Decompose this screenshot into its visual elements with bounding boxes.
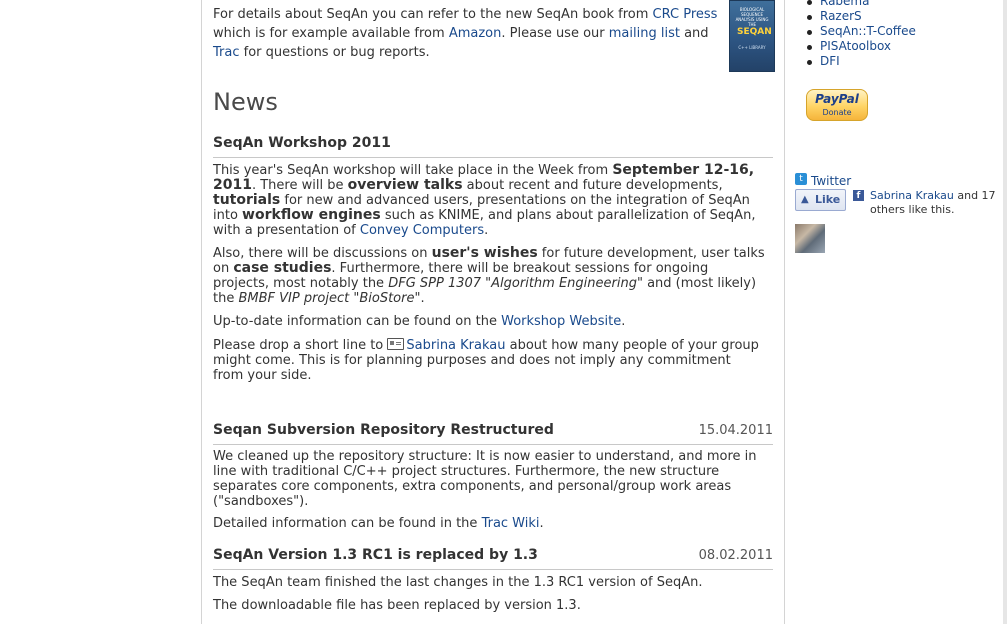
bold-text: overview talks xyxy=(347,177,463,193)
italic-text: BMBF VIP project "BioStore" xyxy=(238,291,421,306)
like-label: Like xyxy=(815,193,841,206)
intro-text: . Please use our xyxy=(501,26,609,41)
svn-paragraph-2: Detailed information can be found in the… xyxy=(213,516,765,531)
facebook-like-button[interactable]: ▲ Like xyxy=(795,189,846,211)
workshop-website-link[interactable]: Workshop Website xyxy=(501,314,621,329)
facebook-like-summary: Sabrina Krakau and 17 others like this. xyxy=(870,189,1000,217)
trac-wiki-link[interactable]: Trac Wiki xyxy=(482,516,540,531)
bullet-icon xyxy=(807,0,812,5)
news-item-date: 15.04.2011 xyxy=(698,423,773,438)
bold-text: workflow engines xyxy=(242,207,381,223)
book-subtitle-text: C++ LIBRARY xyxy=(738,45,766,50)
intro-paragraph: For details about SeqAn you can refer to… xyxy=(213,5,719,62)
news-item-header: SeqAn Workshop 2011 xyxy=(213,135,773,158)
donate-label: Donate xyxy=(822,108,852,117)
bold-text: user's wishes xyxy=(431,245,538,261)
amazon-link[interactable]: Amazon xyxy=(449,26,502,41)
book-logo: SEQAN xyxy=(737,27,772,37)
facebook-icon: f xyxy=(853,190,864,201)
text: Also, there will be discussions on xyxy=(213,246,432,261)
twitter-link[interactable]: Twitter xyxy=(811,174,851,188)
list-item: RazerS xyxy=(805,9,916,24)
release-paragraph-2: The downloadable file has been replaced … xyxy=(213,598,581,613)
text: This year's SeqAn workshop will take pla… xyxy=(213,163,613,178)
book-title-text: BIOLOGICAL SEQUENCE ANALYSIS USING THE xyxy=(735,7,769,27)
release-paragraph-1: The SeqAn team finished the last changes… xyxy=(213,575,703,590)
bullet-icon xyxy=(807,45,812,50)
fb-user-link[interactable]: Sabrina Krakau xyxy=(870,189,954,202)
news-item-title: SeqAn Workshop 2011 xyxy=(213,135,391,151)
workshop-paragraph-2: Also, there will be discussions on user'… xyxy=(213,245,765,307)
contact-card-icon xyxy=(387,338,405,350)
workshop-paragraph-3: Up-to-date information can be found on t… xyxy=(213,314,765,329)
text: . xyxy=(420,291,425,306)
news-item-date: 08.02.2011 xyxy=(698,548,773,563)
svn-paragraph-1: We cleaned up the repository structure: … xyxy=(213,449,757,509)
intro-text: which is for example available from xyxy=(213,26,449,41)
news-item-header: Seqan Subversion Repository Restructured… xyxy=(213,422,773,445)
bullet-icon xyxy=(807,30,812,35)
project-link[interactable]: RazerS xyxy=(820,9,862,23)
workshop-paragraph-1: This year's SeqAn workshop will take pla… xyxy=(213,163,765,239)
italic-text: DFG SPP 1307 "Algorithm Engineering" xyxy=(388,276,643,291)
text: . There will be xyxy=(251,178,348,193)
facebook-friend-avatar[interactable] xyxy=(795,224,825,253)
twitter-icon[interactable]: t xyxy=(795,173,807,185)
paypal-logo: PayPal xyxy=(815,92,859,106)
text: Please drop a short line to xyxy=(213,338,388,353)
bullet-icon xyxy=(807,60,812,65)
project-links-list: Rabema RazerS SeqAn::T-Coffee PISAtoolbo… xyxy=(805,0,916,69)
paypal-donate-button[interactable]: PayPal Donate xyxy=(806,89,868,121)
text: Up-to-date information can be found on t… xyxy=(213,314,502,329)
seqan-book-cover[interactable]: BIOLOGICAL SEQUENCE ANALYSIS USING THE S… xyxy=(729,0,775,72)
project-link[interactable]: DFI xyxy=(820,54,840,68)
project-link[interactable]: PISAtoolbox xyxy=(820,39,891,53)
news-item-title: SeqAn Version 1.3 RC1 is replaced by 1.3 xyxy=(213,547,538,563)
main-content-column: For details about SeqAn you can refer to… xyxy=(201,0,785,624)
thumbs-up-icon: ▲ xyxy=(801,194,809,205)
text: about recent and future developments, xyxy=(462,178,723,193)
news-heading: News xyxy=(213,88,278,116)
list-item: Rabema xyxy=(805,0,916,9)
intro-text: for questions or bug reports. xyxy=(239,45,430,60)
news-item-title: Seqan Subversion Repository Restructured xyxy=(213,422,554,438)
sabrina-krakau-link[interactable]: Sabrina Krakau xyxy=(406,338,505,353)
bold-text: tutorials xyxy=(213,192,281,208)
intro-text: For details about SeqAn you can refer to… xyxy=(213,7,653,22)
list-item: PISAtoolbox xyxy=(805,39,916,54)
workshop-paragraph-4: Please drop a short line to Sabrina Krak… xyxy=(213,338,765,383)
project-link[interactable]: SeqAn::T-Coffee xyxy=(820,24,916,38)
intro-text: and xyxy=(679,26,709,41)
trac-link[interactable]: Trac xyxy=(213,45,240,60)
window-right-edge xyxy=(1003,0,1007,624)
bold-text: case studies xyxy=(233,260,332,276)
list-item: DFI xyxy=(805,54,916,69)
project-link[interactable]: Rabema xyxy=(820,0,869,8)
text: . xyxy=(621,314,626,329)
crc-press-link[interactable]: CRC Press xyxy=(653,7,718,22)
news-item-header: SeqAn Version 1.3 RC1 is replaced by 1.3… xyxy=(213,547,773,570)
text: . xyxy=(539,516,544,531)
text: . xyxy=(484,223,489,238)
list-item: SeqAn::T-Coffee xyxy=(805,24,916,39)
bullet-icon xyxy=(807,15,812,20)
convey-computers-link[interactable]: Convey Computers xyxy=(360,223,484,238)
mailing-list-link[interactable]: mailing list xyxy=(609,26,680,41)
text: Detailed information can be found in the xyxy=(213,516,482,531)
